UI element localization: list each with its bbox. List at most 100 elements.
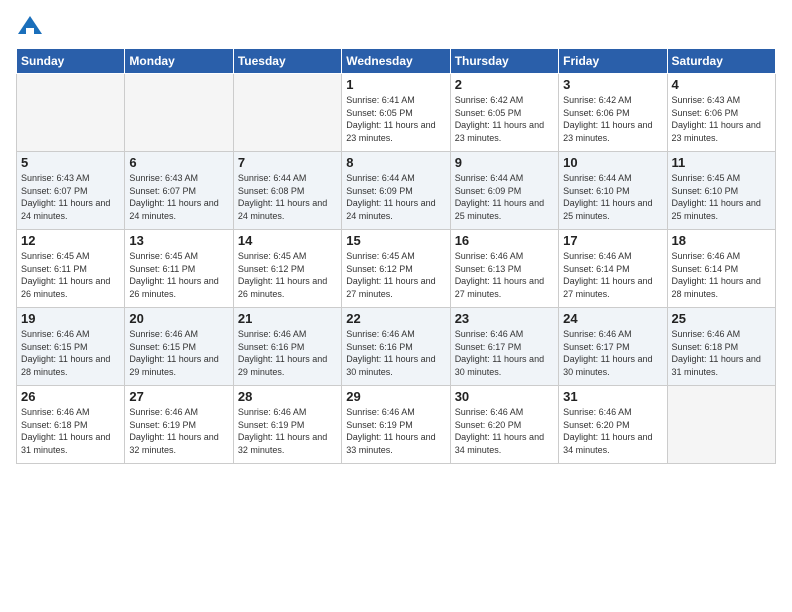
page: SundayMondayTuesdayWednesdayThursdayFrid… — [0, 0, 792, 612]
calendar-cell: 14 Sunrise: 6:45 AMSunset: 6:12 PMDayligh… — [233, 230, 341, 308]
calendar-week-row: 5 Sunrise: 6:43 AMSunset: 6:07 PMDaylight… — [17, 152, 776, 230]
day-number: 11 — [672, 155, 771, 170]
header — [16, 10, 776, 42]
day-info: Sunrise: 6:46 AMSunset: 6:13 PMDaylight:… — [455, 250, 554, 300]
calendar-cell: 13Sunrise: 6:45 AMSunset: 6:11 PMDayligh… — [125, 230, 233, 308]
calendar-cell: 5 Sunrise: 6:43 AMSunset: 6:07 PMDaylight… — [17, 152, 125, 230]
day-number: 30 — [455, 389, 554, 404]
day-number: 6 — [129, 155, 228, 170]
day-info: Sunrise: 6:46 AMSunset: 6:18 PMDaylight:… — [672, 328, 771, 378]
calendar-cell — [17, 74, 125, 152]
weekday-header-wednesday: Wednesday — [342, 49, 450, 74]
calendar-cell: 8Sunrise: 6:44 AMSunset: 6:09 PMDaylight… — [342, 152, 450, 230]
day-info: Sunrise: 6:46 AMSunset: 6:17 PMDaylight:… — [455, 328, 554, 378]
day-number: 10 — [563, 155, 662, 170]
weekday-header-row: SundayMondayTuesdayWednesdayThursdayFrid… — [17, 49, 776, 74]
day-info: Sunrise: 6:46 AMSunset: 6:15 PMDaylight:… — [21, 328, 120, 378]
day-info: Sunrise: 6:45 AMSunset: 6:10 PMDaylight:… — [672, 172, 771, 222]
day-info: Sunrise: 6:45 AMSunset: 6:12 PMDaylight:… — [346, 250, 445, 300]
calendar-cell: 7 Sunrise: 6:44 AMSunset: 6:08 PMDaylight… — [233, 152, 341, 230]
calendar-cell: 28Sunrise: 6:46 AMSunset: 6:19 PMDayligh… — [233, 386, 341, 464]
calendar-cell: 21 Sunrise: 6:46 AMSunset: 6:16 PMDayligh… — [233, 308, 341, 386]
weekday-header-thursday: Thursday — [450, 49, 558, 74]
day-info: Sunrise: 6:46 AMSunset: 6:19 PMDaylight:… — [129, 406, 228, 456]
day-number: 12 — [21, 233, 120, 248]
calendar-cell — [667, 386, 775, 464]
day-info: Sunrise: 6:44 AMSunset: 6:08 PMDaylight:… — [238, 172, 337, 222]
day-info: Sunrise: 6:46 AMSunset: 6:19 PMDaylight:… — [238, 406, 337, 456]
calendar-cell: 9 Sunrise: 6:44 AMSunset: 6:09 PMDaylight… — [450, 152, 558, 230]
day-number: 3 — [563, 77, 662, 92]
calendar-cell: 19Sunrise: 6:46 AMSunset: 6:15 PMDayligh… — [17, 308, 125, 386]
day-number: 17 — [563, 233, 662, 248]
calendar-week-row: 19Sunrise: 6:46 AMSunset: 6:15 PMDayligh… — [17, 308, 776, 386]
day-number: 7 — [238, 155, 337, 170]
weekday-header-monday: Monday — [125, 49, 233, 74]
calendar-cell: 11 Sunrise: 6:45 AMSunset: 6:10 PMDayligh… — [667, 152, 775, 230]
calendar-cell: 16 Sunrise: 6:46 AMSunset: 6:13 PMDayligh… — [450, 230, 558, 308]
weekday-header-friday: Friday — [559, 49, 667, 74]
day-info: Sunrise: 6:43 AMSunset: 6:07 PMDaylight:… — [21, 172, 120, 222]
calendar-cell — [233, 74, 341, 152]
calendar-cell: 4Sunrise: 6:43 AMSunset: 6:06 PMDaylight… — [667, 74, 775, 152]
weekday-header-saturday: Saturday — [667, 49, 775, 74]
day-number: 20 — [129, 311, 228, 326]
day-info: Sunrise: 6:44 AMSunset: 6:10 PMDaylight:… — [563, 172, 662, 222]
logo-icon — [16, 14, 44, 42]
calendar-cell: 1Sunrise: 6:41 AMSunset: 6:05 PMDaylight… — [342, 74, 450, 152]
calendar-cell: 23 Sunrise: 6:46 AMSunset: 6:17 PMDayligh… — [450, 308, 558, 386]
calendar-cell: 31 Sunrise: 6:46 AMSunset: 6:20 PMDayligh… — [559, 386, 667, 464]
calendar-cell: 30 Sunrise: 6:46 AMSunset: 6:20 PMDayligh… — [450, 386, 558, 464]
calendar-week-row: 26Sunrise: 6:46 AMSunset: 6:18 PMDayligh… — [17, 386, 776, 464]
day-number: 23 — [455, 311, 554, 326]
day-info: Sunrise: 6:44 AMSunset: 6:09 PMDaylight:… — [346, 172, 445, 222]
calendar-cell: 26Sunrise: 6:46 AMSunset: 6:18 PMDayligh… — [17, 386, 125, 464]
day-number: 2 — [455, 77, 554, 92]
calendar-week-row: 12 Sunrise: 6:45 AMSunset: 6:11 PMDayligh… — [17, 230, 776, 308]
day-info: Sunrise: 6:46 AMSunset: 6:20 PMDaylight:… — [563, 406, 662, 456]
day-info: Sunrise: 6:41 AMSunset: 6:05 PMDaylight:… — [346, 94, 445, 144]
day-info: Sunrise: 6:46 AMSunset: 6:16 PMDaylight:… — [238, 328, 337, 378]
calendar-cell: 18Sunrise: 6:46 AMSunset: 6:14 PMDayligh… — [667, 230, 775, 308]
day-number: 31 — [563, 389, 662, 404]
day-number: 25 — [672, 311, 771, 326]
day-info: Sunrise: 6:42 AMSunset: 6:06 PMDaylight:… — [563, 94, 662, 144]
day-number: 14 — [238, 233, 337, 248]
day-info: Sunrise: 6:42 AMSunset: 6:05 PMDaylight:… — [455, 94, 554, 144]
calendar-cell: 29 Sunrise: 6:46 AMSunset: 6:19 PMDayligh… — [342, 386, 450, 464]
calendar-cell: 2 Sunrise: 6:42 AMSunset: 6:05 PMDaylight… — [450, 74, 558, 152]
day-number: 21 — [238, 311, 337, 326]
calendar-cell: 22 Sunrise: 6:46 AMSunset: 6:16 PMDayligh… — [342, 308, 450, 386]
day-number: 22 — [346, 311, 445, 326]
day-info: Sunrise: 6:46 AMSunset: 6:15 PMDaylight:… — [129, 328, 228, 378]
calendar-cell: 20 Sunrise: 6:46 AMSunset: 6:15 PMDayligh… — [125, 308, 233, 386]
logo — [16, 14, 48, 42]
day-info: Sunrise: 6:46 AMSunset: 6:19 PMDaylight:… — [346, 406, 445, 456]
day-number: 15 — [346, 233, 445, 248]
day-info: Sunrise: 6:46 AMSunset: 6:14 PMDaylight:… — [563, 250, 662, 300]
day-info: Sunrise: 6:43 AMSunset: 6:07 PMDaylight:… — [129, 172, 228, 222]
day-info: Sunrise: 6:45 AMSunset: 6:11 PMDaylight:… — [21, 250, 120, 300]
calendar-cell — [125, 74, 233, 152]
calendar-cell: 24Sunrise: 6:46 AMSunset: 6:17 PMDayligh… — [559, 308, 667, 386]
calendar-week-row: 1Sunrise: 6:41 AMSunset: 6:05 PMDaylight… — [17, 74, 776, 152]
day-info: Sunrise: 6:45 AMSunset: 6:12 PMDaylight:… — [238, 250, 337, 300]
calendar-table: SundayMondayTuesdayWednesdayThursdayFrid… — [16, 48, 776, 464]
calendar-cell: 27 Sunrise: 6:46 AMSunset: 6:19 PMDayligh… — [125, 386, 233, 464]
calendar-cell: 6 Sunrise: 6:43 AMSunset: 6:07 PMDaylight… — [125, 152, 233, 230]
day-info: Sunrise: 6:44 AMSunset: 6:09 PMDaylight:… — [455, 172, 554, 222]
day-number: 4 — [672, 77, 771, 92]
weekday-header-tuesday: Tuesday — [233, 49, 341, 74]
calendar-cell: 25 Sunrise: 6:46 AMSunset: 6:18 PMDayligh… — [667, 308, 775, 386]
day-number: 27 — [129, 389, 228, 404]
day-info: Sunrise: 6:46 AMSunset: 6:16 PMDaylight:… — [346, 328, 445, 378]
day-number: 9 — [455, 155, 554, 170]
day-number: 16 — [455, 233, 554, 248]
day-info: Sunrise: 6:45 AMSunset: 6:11 PMDaylight:… — [129, 250, 228, 300]
calendar-cell: 10 Sunrise: 6:44 AMSunset: 6:10 PMDayligh… — [559, 152, 667, 230]
day-number: 24 — [563, 311, 662, 326]
day-info: Sunrise: 6:46 AMSunset: 6:20 PMDaylight:… — [455, 406, 554, 456]
day-number: 29 — [346, 389, 445, 404]
day-number: 26 — [21, 389, 120, 404]
day-number: 5 — [21, 155, 120, 170]
